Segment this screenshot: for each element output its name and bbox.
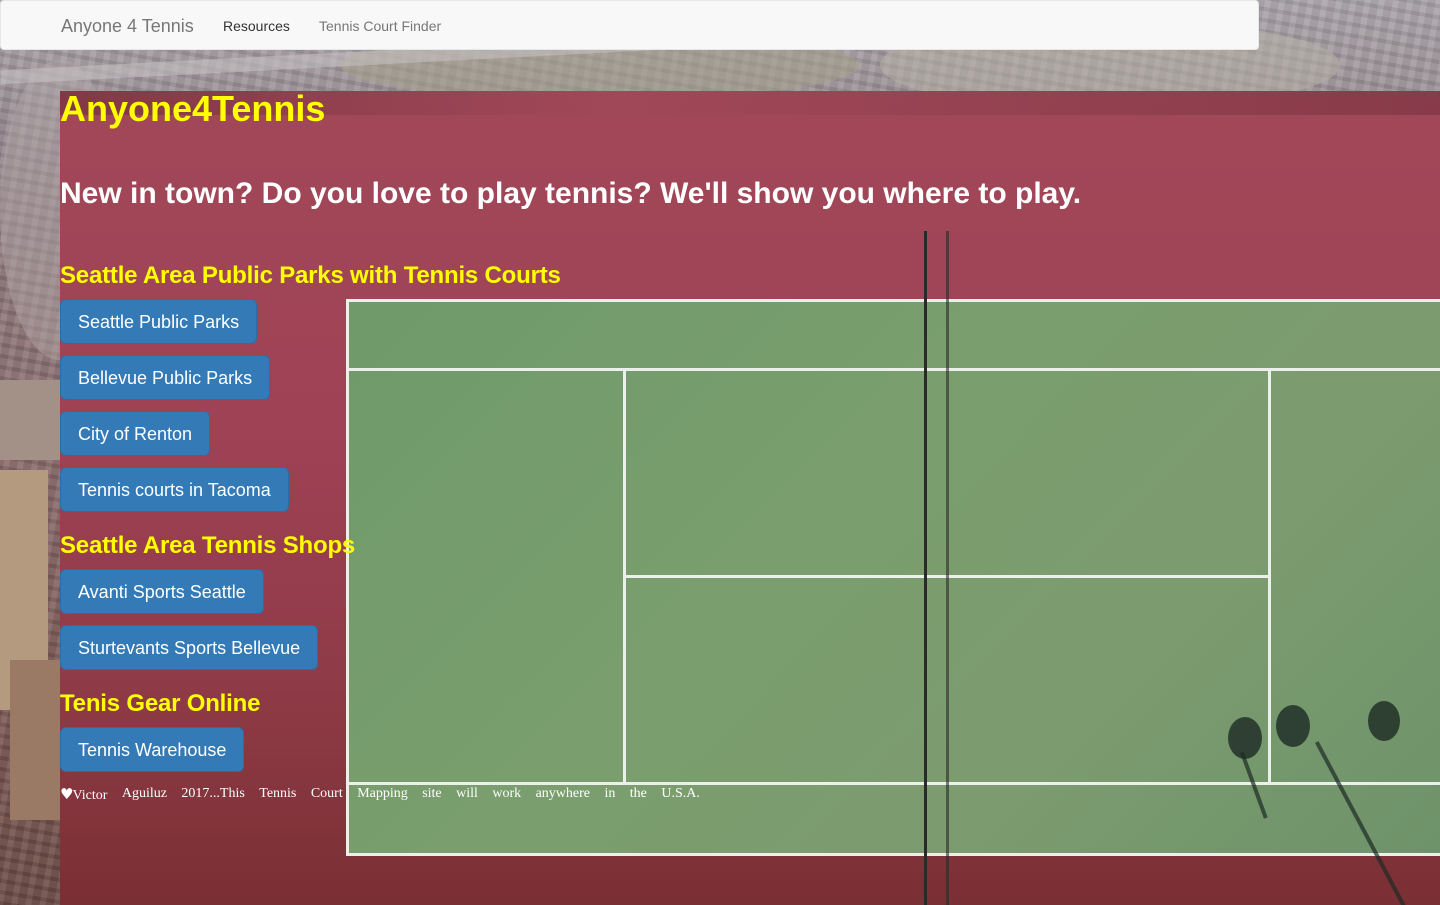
bg-building [10,660,60,820]
footer-word: the [629,786,647,801]
section-heading-gear-online: Tenis Gear Online [60,690,261,717]
footer-credit: ♥Victor Aguiluz 2017...This Tennis Court… [60,784,700,804]
footer-word: site [422,786,442,801]
city-of-renton-button[interactable]: City of Renton [60,411,211,456]
footer-word: Mapping [357,786,408,801]
sturtevants-sports-bellevue-button[interactable]: Sturtevants Sports Bellevue [60,625,319,670]
bellevue-public-parks-button[interactable]: Bellevue Public Parks [60,355,271,400]
footer-word: Court [310,786,343,801]
footer-word: Aguiluz [121,786,167,801]
footer-word: U.S.A. [661,786,700,801]
bg-building [0,380,60,460]
footer-word: 2017...This [181,786,245,801]
page-title: Anyone4Tennis [60,88,326,129]
footer-word: will [456,786,478,801]
tennis-courts-tacoma-button[interactable]: Tennis courts in Tacoma [60,467,289,512]
footer-word-1: ♥Victor [60,784,108,803]
tagline: New in town? Do you love to play tennis?… [60,177,1082,210]
avanti-sports-seattle-button[interactable]: Avanti Sports Seattle [60,569,264,614]
footer-word: in [604,786,616,801]
footer-word: Tennis [259,786,297,801]
section-heading-tennis-shops: Seattle Area Tennis Shops [60,532,356,559]
seattle-public-parks-button[interactable]: Seattle Public Parks [60,299,258,344]
section-heading-public-parks: Seattle Area Public Parks with Tennis Co… [60,262,561,289]
tennis-warehouse-button[interactable]: Tennis Warehouse [60,727,245,772]
footer-word: anywhere [535,786,590,801]
main-content: Anyone4Tennis New in town? Do you love t… [60,0,1440,905]
footer-word: work [492,786,522,801]
